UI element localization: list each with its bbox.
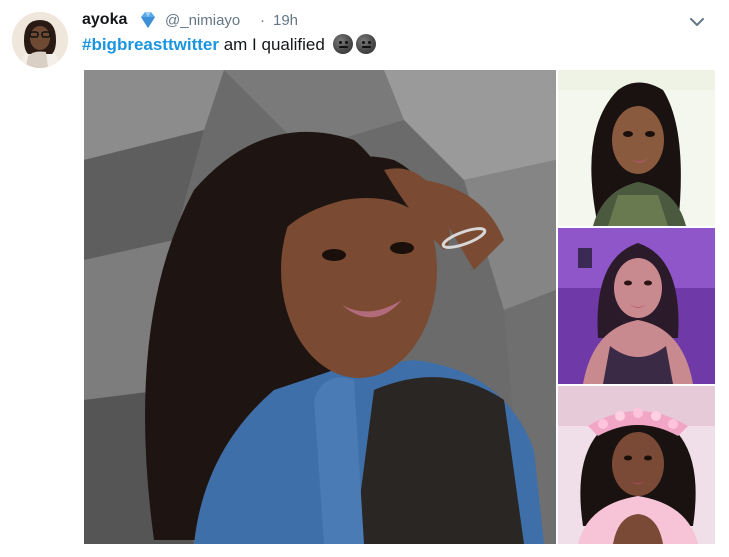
photo-4[interactable] bbox=[558, 386, 715, 544]
diamond-icon bbox=[138, 11, 158, 29]
neutral-face-emoji bbox=[355, 34, 376, 54]
photo-2[interactable] bbox=[558, 70, 715, 226]
neutral-face-emoji bbox=[332, 34, 353, 54]
photo-3[interactable] bbox=[558, 228, 715, 384]
media-grid bbox=[84, 70, 715, 544]
timestamp[interactable]: 19h bbox=[273, 12, 298, 29]
separator-dot: · bbox=[260, 12, 265, 29]
author-handle[interactable]: @_nimiayo bbox=[165, 12, 240, 29]
author-name[interactable]: ayoka bbox=[82, 11, 127, 29]
avatar[interactable] bbox=[12, 12, 68, 68]
tweet-text: #bigbreasttwitter am I qualified bbox=[82, 34, 376, 55]
tweet-header: ayoka @_nimiayo · 19h bbox=[82, 10, 709, 32]
hashtag-link[interactable]: #bigbreasttwitter bbox=[82, 35, 219, 54]
main-selfie-photo[interactable] bbox=[84, 70, 556, 544]
chevron-down-icon[interactable] bbox=[687, 12, 707, 32]
tweet-body-text: am I qualified bbox=[218, 35, 325, 54]
